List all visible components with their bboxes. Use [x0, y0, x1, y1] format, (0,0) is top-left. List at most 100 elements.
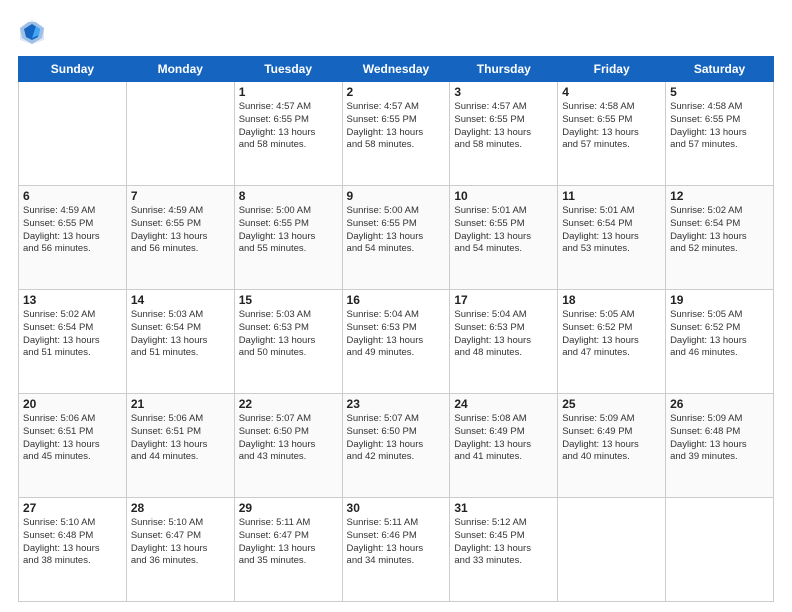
day-number: 29: [239, 501, 338, 515]
day-info: Sunrise: 5:09 AM Sunset: 6:48 PM Dayligh…: [670, 413, 769, 464]
calendar-cell: 2 Sunrise: 4:57 AM Sunset: 6:55 PM Daylig…: [342, 82, 450, 186]
day-info: Sunrise: 4:59 AM Sunset: 6:55 PM Dayligh…: [23, 205, 122, 256]
calendar-cell: 19 Sunrise: 5:05 AM Sunset: 6:52 PM Dayli…: [666, 290, 774, 394]
day-info: Sunrise: 5:04 AM Sunset: 6:53 PM Dayligh…: [454, 309, 553, 360]
day-number: 11: [562, 189, 661, 203]
day-number: 24: [454, 397, 553, 411]
calendar-cell: 22 Sunrise: 5:07 AM Sunset: 6:50 PM Dayli…: [234, 394, 342, 498]
day-header-friday: Friday: [558, 57, 666, 82]
day-info: Sunrise: 5:11 AM Sunset: 6:47 PM Dayligh…: [239, 517, 338, 568]
day-info: Sunrise: 5:10 AM Sunset: 6:48 PM Dayligh…: [23, 517, 122, 568]
day-info: Sunrise: 5:04 AM Sunset: 6:53 PM Dayligh…: [347, 309, 446, 360]
calendar-cell: 24 Sunrise: 5:08 AM Sunset: 6:49 PM Dayli…: [450, 394, 558, 498]
calendar-cell: 8 Sunrise: 5:00 AM Sunset: 6:55 PM Daylig…: [234, 186, 342, 290]
calendar-cell: 3Sunrise: 4:57 AM Sunset: 6:55 PM Daylig…: [450, 82, 558, 186]
day-number: 25: [562, 397, 661, 411]
page: SundayMondayTuesdayWednesdayThursdayFrid…: [0, 0, 792, 612]
day-number: 7: [131, 189, 230, 203]
calendar-cell: 23 Sunrise: 5:07 AM Sunset: 6:50 PM Dayli…: [342, 394, 450, 498]
calendar-cell: 16Sunrise: 5:04 AM Sunset: 6:53 PM Dayli…: [342, 290, 450, 394]
calendar-cell: 1 Sunrise: 4:57 AM Sunset: 6:55 PM Daylig…: [234, 82, 342, 186]
calendar-cell: 15 Sunrise: 5:03 AM Sunset: 6:53 PM Dayli…: [234, 290, 342, 394]
calendar-cell: 29 Sunrise: 5:11 AM Sunset: 6:47 PM Dayli…: [234, 498, 342, 602]
calendar-cell: [19, 82, 127, 186]
day-header-thursday: Thursday: [450, 57, 558, 82]
calendar-cell: 10 Sunrise: 5:01 AM Sunset: 6:55 PM Dayli…: [450, 186, 558, 290]
calendar-cell: 7 Sunrise: 4:59 AM Sunset: 6:55 PM Daylig…: [126, 186, 234, 290]
day-number: 5: [670, 85, 769, 99]
day-info: Sunrise: 5:01 AM Sunset: 6:55 PM Dayligh…: [454, 205, 553, 256]
day-number: 20: [23, 397, 122, 411]
day-number: 19: [670, 293, 769, 307]
day-info: Sunrise: 5:02 AM Sunset: 6:54 PM Dayligh…: [670, 205, 769, 256]
day-number: 8: [239, 189, 338, 203]
day-info: Sunrise: 5:00 AM Sunset: 6:55 PM Dayligh…: [239, 205, 338, 256]
day-info: Sunrise: 5:12 AM Sunset: 6:45 PM Dayligh…: [454, 517, 553, 568]
day-number: 3: [454, 85, 553, 99]
week-row-5: 27 Sunrise: 5:10 AM Sunset: 6:48 PM Dayli…: [19, 498, 774, 602]
week-row-1: 1 Sunrise: 4:57 AM Sunset: 6:55 PM Daylig…: [19, 82, 774, 186]
logo: [18, 18, 50, 46]
day-info: Sunrise: 5:06 AM Sunset: 6:51 PM Dayligh…: [23, 413, 122, 464]
calendar-cell: 6 Sunrise: 4:59 AM Sunset: 6:55 PM Daylig…: [19, 186, 127, 290]
week-row-3: 13 Sunrise: 5:02 AM Sunset: 6:54 PM Dayli…: [19, 290, 774, 394]
day-number: 2: [347, 85, 446, 99]
day-info: Sunrise: 5:08 AM Sunset: 6:49 PM Dayligh…: [454, 413, 553, 464]
calendar-cell: 31 Sunrise: 5:12 AM Sunset: 6:45 PM Dayli…: [450, 498, 558, 602]
day-info: Sunrise: 5:03 AM Sunset: 6:53 PM Dayligh…: [239, 309, 338, 360]
calendar-cell: 25 Sunrise: 5:09 AM Sunset: 6:49 PM Dayli…: [558, 394, 666, 498]
calendar-cell: 21 Sunrise: 5:06 AM Sunset: 6:51 PM Dayli…: [126, 394, 234, 498]
day-info: Sunrise: 5:09 AM Sunset: 6:49 PM Dayligh…: [562, 413, 661, 464]
calendar-cell: 28 Sunrise: 5:10 AM Sunset: 6:47 PM Dayli…: [126, 498, 234, 602]
calendar-cell: [558, 498, 666, 602]
day-number: 9: [347, 189, 446, 203]
day-info: Sunrise: 4:58 AM Sunset: 6:55 PM Dayligh…: [562, 101, 661, 152]
day-info: Sunrise: 5:10 AM Sunset: 6:47 PM Dayligh…: [131, 517, 230, 568]
day-info: Sunrise: 5:02 AM Sunset: 6:54 PM Dayligh…: [23, 309, 122, 360]
day-header-saturday: Saturday: [666, 57, 774, 82]
day-number: 6: [23, 189, 122, 203]
day-number: 18: [562, 293, 661, 307]
day-header-wednesday: Wednesday: [342, 57, 450, 82]
day-info: Sunrise: 5:07 AM Sunset: 6:50 PM Dayligh…: [347, 413, 446, 464]
day-info: Sunrise: 5:07 AM Sunset: 6:50 PM Dayligh…: [239, 413, 338, 464]
day-info: Sunrise: 4:57 AM Sunset: 6:55 PM Dayligh…: [347, 101, 446, 152]
day-number: 27: [23, 501, 122, 515]
day-header-sunday: Sunday: [19, 57, 127, 82]
calendar-cell: 20 Sunrise: 5:06 AM Sunset: 6:51 PM Dayli…: [19, 394, 127, 498]
calendar-cell: 26 Sunrise: 5:09 AM Sunset: 6:48 PM Dayli…: [666, 394, 774, 498]
day-info: Sunrise: 5:00 AM Sunset: 6:55 PM Dayligh…: [347, 205, 446, 256]
day-number: 1: [239, 85, 338, 99]
day-info: Sunrise: 4:57 AM Sunset: 6:55 PM Dayligh…: [239, 101, 338, 152]
day-number: 22: [239, 397, 338, 411]
day-info: Sunrise: 4:59 AM Sunset: 6:55 PM Dayligh…: [131, 205, 230, 256]
header-row: SundayMondayTuesdayWednesdayThursdayFrid…: [19, 57, 774, 82]
week-row-2: 6 Sunrise: 4:59 AM Sunset: 6:55 PM Daylig…: [19, 186, 774, 290]
day-number: 4: [562, 85, 661, 99]
day-number: 21: [131, 397, 230, 411]
calendar-cell: 27 Sunrise: 5:10 AM Sunset: 6:48 PM Dayli…: [19, 498, 127, 602]
day-number: 12: [670, 189, 769, 203]
day-info: Sunrise: 5:05 AM Sunset: 6:52 PM Dayligh…: [670, 309, 769, 360]
day-info: Sunrise: 5:03 AM Sunset: 6:54 PM Dayligh…: [131, 309, 230, 360]
day-number: 15: [239, 293, 338, 307]
day-number: 14: [131, 293, 230, 307]
day-number: 28: [131, 501, 230, 515]
day-number: 10: [454, 189, 553, 203]
calendar-cell: 12 Sunrise: 5:02 AM Sunset: 6:54 PM Dayli…: [666, 186, 774, 290]
day-number: 31: [454, 501, 553, 515]
calendar-cell: 11Sunrise: 5:01 AM Sunset: 6:54 PM Dayli…: [558, 186, 666, 290]
calendar-cell: 9 Sunrise: 5:00 AM Sunset: 6:55 PM Daylig…: [342, 186, 450, 290]
calendar-cell: [126, 82, 234, 186]
day-number: 17: [454, 293, 553, 307]
day-info: Sunrise: 4:58 AM Sunset: 6:55 PM Dayligh…: [670, 101, 769, 152]
calendar-cell: 17 Sunrise: 5:04 AM Sunset: 6:53 PM Dayli…: [450, 290, 558, 394]
day-info: Sunrise: 5:06 AM Sunset: 6:51 PM Dayligh…: [131, 413, 230, 464]
calendar-table: SundayMondayTuesdayWednesdayThursdayFrid…: [18, 56, 774, 602]
day-number: 13: [23, 293, 122, 307]
day-number: 23: [347, 397, 446, 411]
day-info: Sunrise: 5:11 AM Sunset: 6:46 PM Dayligh…: [347, 517, 446, 568]
calendar-cell: 30Sunrise: 5:11 AM Sunset: 6:46 PM Dayli…: [342, 498, 450, 602]
day-number: 26: [670, 397, 769, 411]
calendar-cell: 14 Sunrise: 5:03 AM Sunset: 6:54 PM Dayli…: [126, 290, 234, 394]
